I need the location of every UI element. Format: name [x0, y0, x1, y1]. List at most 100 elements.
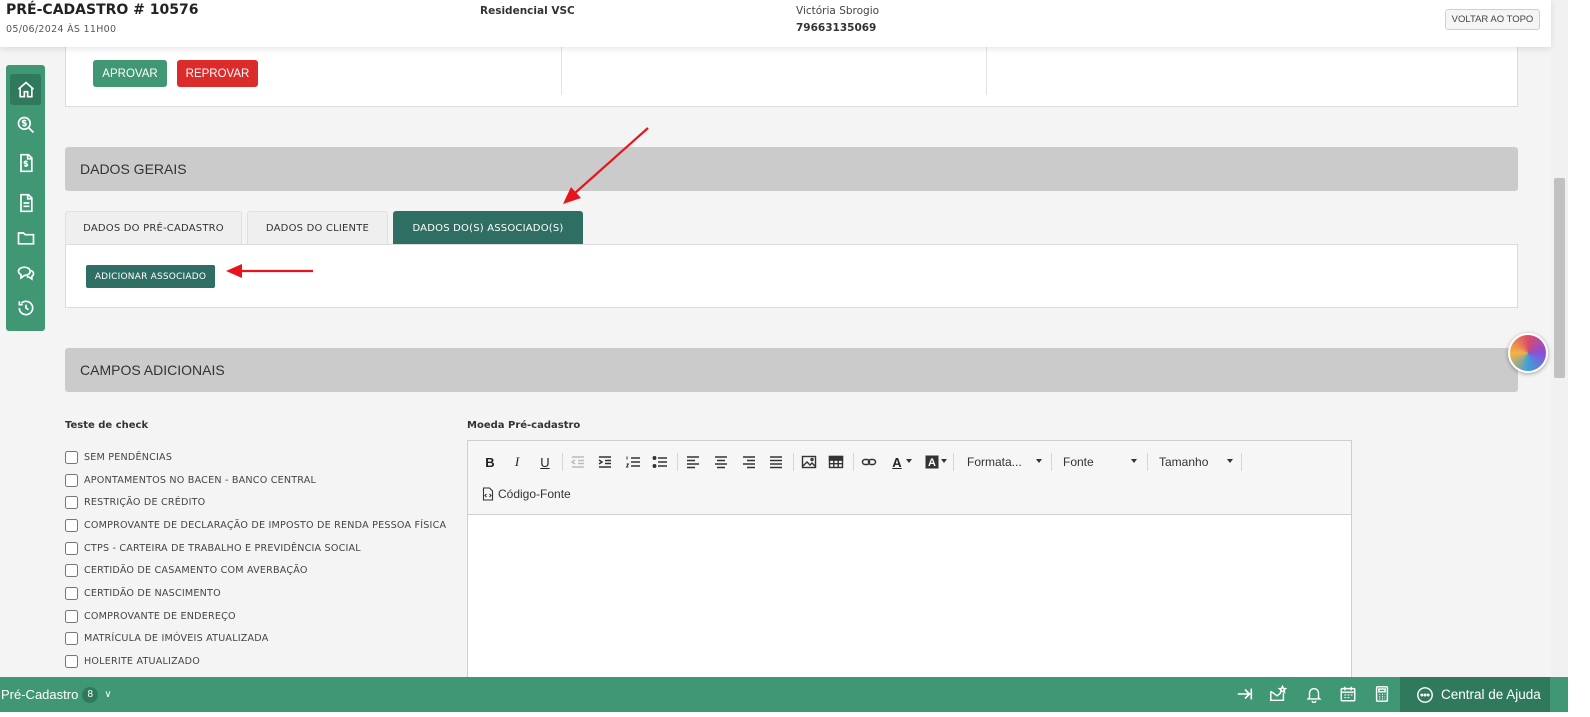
insert-image-button[interactable] [798, 451, 820, 473]
checkbox[interactable] [65, 473, 78, 487]
background-color-button[interactable]: A [921, 451, 943, 473]
table-icon [828, 455, 844, 469]
rich-text-editor[interactable]: B I U A A Formata... Fonte Tamanho Códig… [467, 440, 1352, 690]
checkbox[interactable] [65, 586, 78, 600]
collapse-button[interactable] [1235, 684, 1255, 704]
tab-client-data[interactable]: DADOS DO CLIENTE [247, 211, 388, 244]
currency-field-label: Moeda Pré-cadastro [467, 420, 581, 431]
align-right-button[interactable] [738, 451, 760, 473]
add-associate-button[interactable]: ADICIONAR ASSOCIADO [86, 265, 215, 288]
align-left-icon [687, 456, 699, 469]
font-dropdown[interactable]: Fonte [1063, 451, 1094, 473]
italic-button[interactable]: I [506, 451, 528, 473]
source-code-button[interactable]: Código-Fonte [482, 483, 571, 505]
section-additional-title: CAMPOS ADICIONAIS [65, 348, 1518, 392]
calendar-icon [1340, 686, 1356, 702]
sidebar-item-documents[interactable] [10, 187, 41, 218]
client-name: Victória Sbrogio [796, 5, 880, 17]
calculator-icon [1375, 686, 1389, 702]
calendar-button[interactable] [1338, 684, 1358, 704]
text-color-caret[interactable] [906, 459, 912, 463]
source-code-icon [482, 487, 494, 501]
insert-link-button[interactable] [858, 451, 880, 473]
mail-star-icon [1270, 685, 1287, 702]
bold-button[interactable]: B [479, 451, 501, 473]
sidebar-item-folders[interactable] [10, 222, 41, 253]
check-item[interactable]: RESTRIÇÃO DE CRÉDITO [65, 491, 465, 514]
checkbox[interactable] [65, 450, 78, 464]
reject-button[interactable]: REPROVAR [177, 60, 258, 87]
underline-button[interactable]: U [534, 451, 556, 473]
sidebar-item-invoices[interactable] [10, 147, 41, 178]
check-item[interactable]: CERTIDÃO DE CASAMENTO COM AVERBAÇÃO [65, 559, 465, 582]
module-label: Pré-Cadastro [1, 687, 79, 702]
svg-text:A: A [928, 457, 936, 469]
background-color-caret[interactable] [941, 459, 947, 463]
approve-button[interactable]: APROVAR [93, 60, 167, 87]
mail-star-button[interactable] [1268, 684, 1288, 704]
scrollbar-thumb[interactable] [1554, 178, 1565, 378]
calculator-button[interactable] [1372, 684, 1392, 704]
tab-associates-data[interactable]: DADOS DO(S) ASSOCIADO(S) [393, 211, 583, 244]
font-dropdown-caret[interactable] [1131, 459, 1137, 463]
background-color-icon: A [925, 455, 939, 469]
checkbox[interactable] [65, 632, 78, 646]
checkbox[interactable] [65, 496, 78, 510]
editor-toolbar: B I U A A Formata... Fonte Tamanho Códig… [468, 441, 1351, 515]
assistant-bubble-button[interactable] [1508, 333, 1548, 373]
size-dropdown-caret[interactable] [1227, 459, 1233, 463]
check-item[interactable]: CERTIDÃO DE NASCIMENTO [65, 582, 465, 605]
tab-pre-registration-data[interactable]: DADOS DO PRÉ-CADASTRO [65, 211, 242, 244]
check-item[interactable]: COMPROVANTE DE ENDEREÇO [65, 605, 465, 628]
insert-table-button[interactable] [825, 451, 847, 473]
window-bottom-edge [0, 712, 1590, 717]
sidebar-item-history[interactable] [10, 292, 41, 323]
project-name: Residencial VSC [480, 5, 575, 17]
chevron-down-icon: ∨ [104, 689, 112, 700]
checkbox[interactable] [65, 655, 78, 669]
help-center-button[interactable]: Central de Ajuda [1400, 677, 1550, 712]
sidebar-item-home[interactable] [10, 74, 41, 105]
check-item[interactable]: COMPROVANTE DE DECLARAÇÃO DE IMPOSTO DE … [65, 514, 465, 537]
module-count-badge: 8 [82, 686, 99, 703]
left-sidebar [6, 65, 45, 331]
back-to-top-button[interactable]: VOLTAR AO TOPO [1445, 9, 1540, 30]
module-selector[interactable]: Pré-Cadastro 8 ∨ [1, 677, 112, 712]
align-center-button[interactable] [710, 451, 732, 473]
arrow-to-right-icon [1237, 688, 1253, 700]
checkbox[interactable] [65, 518, 78, 532]
money-search-icon [17, 116, 34, 133]
page-date: 05/06/2024 ÀS 11H00 [6, 24, 117, 35]
check-item[interactable]: SEM PENDÊNCIAS [65, 446, 465, 469]
associates-panel: ADICIONAR ASSOCIADO [65, 244, 1518, 308]
indent-button[interactable] [594, 451, 616, 473]
check-item[interactable]: CTPS - CARTEIRA DE TRABALHO E PREVIDÊNCI… [65, 537, 465, 560]
page-title: PRÉ-CADASTRO # 10576 [6, 2, 199, 18]
check-field-label: Teste de check [65, 420, 149, 431]
checkbox[interactable] [65, 609, 78, 623]
size-dropdown[interactable]: Tamanho [1159, 451, 1208, 473]
home-icon [17, 80, 34, 97]
notifications-button[interactable] [1304, 684, 1324, 704]
format-dropdown-caret[interactable] [1036, 459, 1042, 463]
page-scrollbar[interactable] [1551, 0, 1568, 677]
numbered-list-button[interactable] [622, 451, 644, 473]
sidebar-item-finance-search[interactable] [10, 109, 41, 140]
align-center-icon [715, 456, 727, 469]
format-dropdown[interactable]: Formata... [967, 451, 1022, 473]
check-item[interactable]: MATRÍCULA DE IMÓVEIS ATUALIZADA [65, 628, 465, 651]
bullet-list-button[interactable] [649, 451, 671, 473]
align-left-button[interactable] [682, 451, 704, 473]
text-color-button[interactable]: A [886, 451, 908, 473]
align-justify-button[interactable] [765, 451, 787, 473]
check-item[interactable]: HOLERITE ATUALIZADO [65, 650, 465, 673]
bell-icon [1306, 687, 1322, 703]
indent-icon [598, 456, 611, 468]
outdent-button[interactable] [567, 451, 589, 473]
check-item[interactable]: APONTAMENTOS NO BACEN - BANCO CENTRAL [65, 469, 465, 492]
checkbox[interactable] [65, 541, 78, 555]
sidebar-item-messages[interactable] [10, 257, 41, 288]
check-list: SEM PENDÊNCIAS APONTAMENTOS NO BACEN - B… [65, 446, 465, 677]
window-edge [1568, 0, 1590, 717]
checkbox[interactable] [65, 564, 78, 578]
